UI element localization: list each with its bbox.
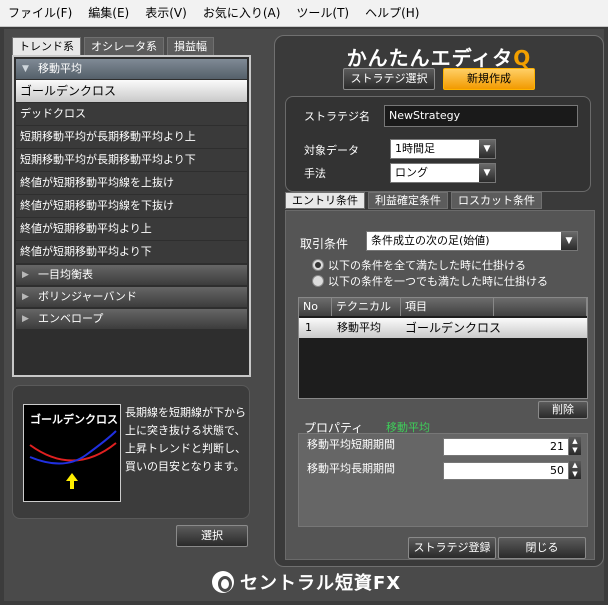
- group-label: 移動平均: [38, 62, 82, 75]
- method-select[interactable]: ロング ▼: [390, 163, 496, 183]
- col-item: 項目: [401, 298, 494, 316]
- cell-technical: 移動平均: [337, 321, 381, 334]
- chevron-down-icon: ▼: [479, 140, 495, 158]
- method-label: 手法: [304, 167, 326, 180]
- list-item[interactable]: 終値が短期移動平均より上: [16, 218, 247, 240]
- table-row[interactable]: 1 移動平均 ゴールデンクロス: [299, 318, 587, 338]
- group-label: エンベロープ: [38, 312, 104, 325]
- trade-condition-select[interactable]: 条件成立の次の足(始値) ▼: [366, 231, 578, 251]
- brand-logo: セントラル短資FX: [212, 569, 401, 595]
- col-technical: テクニカル: [332, 298, 401, 316]
- chevron-right-icon: ▶: [22, 314, 29, 324]
- ma-short-spinner[interactable]: ▲ ▼: [569, 437, 581, 455]
- radio-all-row[interactable]: 以下の条件を全て満たした時に仕掛ける: [312, 257, 526, 273]
- new-strategy-button[interactable]: 新規作成: [443, 68, 535, 90]
- editor-title: かんたんエディタ: [346, 46, 514, 70]
- cell-item: ゴールデンクロス: [405, 321, 502, 335]
- editor-panel: かんたんエディタQ ストラテジ選択 新規作成 ストラテジ名 NewStrateg…: [274, 35, 604, 567]
- target-data-value: 1時間足: [395, 142, 435, 155]
- menu-file[interactable]: ファイル(F): [0, 0, 80, 26]
- target-data-label: 対象データ: [304, 144, 359, 157]
- strategy-select-button[interactable]: ストラテジ選択: [343, 68, 435, 90]
- entry-condition-panel: 取引条件 条件成立の次の足(始値) ▼ 以下の条件を全て満たした時に仕掛ける 以…: [285, 210, 595, 560]
- brand-name: セントラル短資FX: [240, 573, 402, 594]
- group-label: ボリンジャーバンド: [38, 290, 137, 303]
- trade-condition-value: 条件成立の次の足(始値): [371, 234, 490, 247]
- register-strategy-button[interactable]: ストラテジ登録: [408, 537, 496, 559]
- tab-profit-range[interactable]: 損益幅: [167, 37, 214, 56]
- menu-tools[interactable]: ツール(T): [288, 0, 357, 26]
- menu-favorites[interactable]: お気に入り(A): [195, 0, 289, 26]
- left-tab-row: トレンド系 オシレータ系 損益幅: [12, 37, 214, 56]
- group-ichimoku[interactable]: ▶ 一目均衡表: [16, 265, 247, 285]
- ma-long-label: 移動平均長期期間: [307, 462, 395, 475]
- menu-view[interactable]: 表示(V): [137, 0, 195, 26]
- group-label: 一目均衡表: [38, 268, 93, 281]
- brand-mark-icon: [212, 571, 234, 593]
- ma-long-input[interactable]: 50: [443, 462, 569, 480]
- cell-no: 1: [305, 321, 312, 334]
- tab-oscillator[interactable]: オシレータ系: [84, 37, 164, 56]
- golden-cross-illustration: ゴールデンクロス: [23, 404, 121, 502]
- editor-logo: かんたんエディタQ: [275, 42, 603, 71]
- radio-all[interactable]: [312, 259, 324, 271]
- radio-any-label: 以下の条件を一つでも満たした時に仕掛ける: [328, 275, 548, 288]
- condition-tabs: エントリ条件 利益確定条件 ロスカット条件: [285, 192, 542, 209]
- property-panel: 移動平均短期期間 21 ▲ ▼ 移動平均長期期間 50 ▲ ▼: [298, 433, 588, 527]
- group-moving-average[interactable]: ▼ 移動平均: [16, 59, 247, 79]
- chevron-down-icon: ▼: [22, 64, 29, 74]
- tab-trend[interactable]: トレンド系: [12, 37, 81, 56]
- condition-table: No テクニカル 項目 1 移動平均 ゴールデンクロス: [298, 297, 588, 399]
- menu-edit[interactable]: 編集(E): [80, 0, 137, 26]
- radio-all-label: 以下の条件を全て満たした時に仕掛ける: [328, 259, 526, 272]
- editor-title-q: Q: [513, 46, 532, 70]
- crossing-lines-icon: [29, 430, 117, 489]
- group-bollinger[interactable]: ▶ ボリンジャーバンド: [16, 287, 247, 307]
- technical-list: ▼ 移動平均 ゴールデンクロス デッドクロス 短期移動平均が長期移動平均より上 …: [12, 55, 251, 377]
- select-button[interactable]: 選択: [176, 525, 248, 547]
- list-item[interactable]: 短期移動平均が長期移動平均より下: [16, 149, 247, 171]
- chevron-right-icon: ▶: [22, 270, 29, 280]
- strategy-name-label: ストラテジ名: [304, 110, 370, 123]
- chevron-right-icon: ▶: [22, 292, 29, 302]
- ma-short-input[interactable]: 21: [443, 438, 569, 456]
- method-value: ロング: [395, 166, 428, 179]
- tab-loss-cut[interactable]: ロスカット条件: [451, 192, 542, 209]
- radio-any-row[interactable]: 以下の条件を一つでも満たした時に仕掛ける: [312, 273, 548, 289]
- radio-any[interactable]: [312, 275, 324, 287]
- description-panel: ゴールデンクロス 長期線を短期線が下から上に突き抜ける状態で、上昇トレンドと判断…: [12, 385, 250, 519]
- trade-condition-label: 取引条件: [300, 237, 349, 251]
- ma-long-spinner[interactable]: ▲ ▼: [569, 461, 581, 479]
- list-item[interactable]: 終値が短期移動平均より下: [16, 241, 247, 263]
- close-button[interactable]: 閉じる: [498, 537, 586, 559]
- list-item[interactable]: 終値が短期移動平均線を下抜け: [16, 195, 247, 217]
- ma-short-label: 移動平均短期期間: [307, 438, 395, 451]
- col-blank: [494, 298, 587, 316]
- menu-help[interactable]: ヘルプ(H): [357, 0, 427, 26]
- tab-entry[interactable]: エントリ条件: [285, 192, 365, 209]
- description-text: 長期線を短期線が下から上に突き抜ける状態で、上昇トレンドと判断し、買いの目安とな…: [125, 406, 246, 473]
- list-item[interactable]: 終値が短期移動平均線を上抜け: [16, 172, 247, 194]
- col-no: No: [299, 298, 332, 316]
- delete-button[interactable]: 削除: [538, 401, 588, 419]
- tab-take-profit[interactable]: 利益確定条件: [368, 192, 448, 209]
- strategy-name-input[interactable]: NewStrategy: [384, 105, 578, 127]
- chevron-down-icon: ▼: [479, 164, 495, 182]
- menu-bar: ファイル(F) 編集(E) 表示(V) お気に入り(A) ツール(T) ヘルプ(…: [0, 0, 608, 27]
- list-item[interactable]: 短期移動平均が長期移動平均より上: [16, 126, 247, 148]
- chevron-down-icon: ▼: [561, 232, 577, 250]
- group-envelope[interactable]: ▶ エンベロープ: [16, 309, 247, 329]
- app-window: トレンド系 オシレータ系 損益幅 ▼ 移動平均 ゴールデンクロス デッドクロス …: [4, 29, 604, 601]
- target-data-select[interactable]: 1時間足 ▼: [390, 139, 496, 159]
- strategy-settings: ストラテジ名 NewStrategy 対象データ 1時間足 ▼ 手法 ロング ▼: [285, 96, 591, 192]
- list-item[interactable]: ゴールデンクロス: [16, 80, 247, 102]
- list-item[interactable]: デッドクロス: [16, 103, 247, 125]
